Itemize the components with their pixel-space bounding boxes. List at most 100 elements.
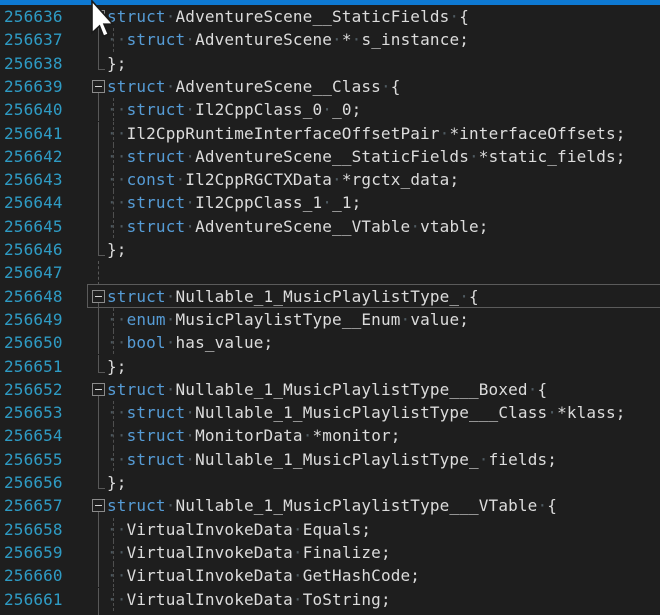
code-text[interactable]: ··struct·AdventureScene·*·s_instance; <box>107 28 469 51</box>
identifier-token: Nullable_1_MusicPlaylistType_ <box>195 450 479 469</box>
code-text[interactable]: ··struct·Nullable_1_MusicPlaylistType___… <box>107 401 626 424</box>
code-text[interactable]: ··VirtualInvokeData·Equals; <box>107 518 371 541</box>
minus-glyph <box>95 16 102 17</box>
line-number[interactable]: 256648 <box>4 285 63 308</box>
code-text[interactable]: ··VirtualInvokeData·GetHashCode; <box>107 564 420 587</box>
code-text[interactable]: ··bool·has_value; <box>107 331 273 354</box>
code-line[interactable]: 256643 ··const·Il2CppRGCTXData·*rgctx_dat… <box>0 168 660 191</box>
line-number[interactable]: 256660 <box>4 564 63 587</box>
line-number[interactable]: 256657 <box>4 494 63 517</box>
code-text[interactable]: ··struct·Nullable_1_MusicPlaylistType_·f… <box>107 448 557 471</box>
line-number[interactable]: 256641 <box>4 122 63 145</box>
fold-collapse-icon[interactable] <box>92 383 105 396</box>
line-number[interactable]: 256654 <box>4 424 63 447</box>
code-line[interactable]: 256658 ··VirtualInvokeData·Equals; <box>0 518 660 541</box>
code-line[interactable]: 256646}; <box>0 238 660 261</box>
code-line[interactable]: 256659 ··VirtualInvokeData·Finalize; <box>0 541 660 564</box>
identifier-token: }; <box>107 357 127 376</box>
fold-scope-line <box>98 401 99 424</box>
line-number[interactable]: 256653 <box>4 401 63 424</box>
code-line[interactable]: 256662}; <box>0 611 660 615</box>
code-text[interactable]: struct·AdventureScene__Class·{ <box>107 75 401 98</box>
code-line[interactable]: 256648 struct·Nullable_1_MusicPlaylistTyp… <box>0 285 660 308</box>
code-line[interactable]: 256652 struct·Nullable_1_MusicPlaylistTyp… <box>0 378 660 401</box>
line-number[interactable]: 256644 <box>4 191 63 214</box>
code-text[interactable]: }; <box>107 471 127 494</box>
code-line[interactable]: 256636 struct·AdventureScene__StaticField… <box>0 5 660 28</box>
code-text[interactable]: ··VirtualInvokeData·Finalize; <box>107 541 391 564</box>
whitespace-dots: · <box>185 426 195 445</box>
code-text[interactable]: ··Il2CppRuntimeInterfaceOffsetPair·*inte… <box>107 122 626 145</box>
code-line[interactable]: 256642 ··struct·AdventureScene__StaticFie… <box>0 145 660 168</box>
code-text[interactable]: struct·Nullable_1_MusicPlaylistType___VT… <box>107 494 557 517</box>
code-line[interactable]: 256653 ··struct·Nullable_1_MusicPlaylistT… <box>0 401 660 424</box>
fold-collapse-icon[interactable] <box>92 10 105 23</box>
code-line[interactable]: 256644 ··struct·Il2CppClass_1·_1; <box>0 191 660 214</box>
code-text[interactable]: ··VirtualInvokeData·ToString; <box>107 588 391 611</box>
line-number[interactable]: 256658 <box>4 518 63 541</box>
code-line[interactable]: 256655 ··struct·Nullable_1_MusicPlaylistT… <box>0 448 660 471</box>
line-number[interactable]: 256639 <box>4 75 63 98</box>
code-line[interactable]: 256637 ··struct·AdventureScene·*·s_instan… <box>0 28 660 51</box>
code-text[interactable]: struct·Nullable_1_MusicPlaylistType___Bo… <box>107 378 547 401</box>
code-line[interactable]: 256639 struct·AdventureScene__Class·{ <box>0 75 660 98</box>
code-line[interactable]: 256657 struct·Nullable_1_MusicPlaylistTyp… <box>0 494 660 517</box>
code-text[interactable]: ··struct·AdventureScene__StaticFields·*s… <box>107 145 626 168</box>
line-number[interactable]: 256661 <box>4 588 63 611</box>
code-text[interactable]: ··struct·Il2CppClass_1·_1; <box>107 191 361 214</box>
line-number[interactable]: 256659 <box>4 541 63 564</box>
line-number[interactable]: 256649 <box>4 308 63 331</box>
code-line[interactable]: 256638}; <box>0 52 660 75</box>
code-line[interactable]: 256654 ··struct·MonitorData·*monitor; <box>0 424 660 447</box>
code-line[interactable]: 256647 <box>0 261 660 284</box>
line-number[interactable]: 256656 <box>4 471 63 494</box>
line-number[interactable]: 256651 <box>4 355 63 378</box>
whitespace-dots: · <box>185 147 195 166</box>
code-text[interactable]: }; <box>107 238 127 261</box>
fold-collapse-icon[interactable] <box>92 290 105 303</box>
code-text[interactable]: ··enum·MusicPlaylistType__Enum·value; <box>107 308 469 331</box>
line-number[interactable]: 256662 <box>4 611 63 615</box>
line-number[interactable]: 256642 <box>4 145 63 168</box>
line-number[interactable]: 256655 <box>4 448 63 471</box>
line-number[interactable]: 256652 <box>4 378 63 401</box>
fold-scope-corner <box>98 238 99 255</box>
line-number[interactable]: 256636 <box>4 5 63 28</box>
code-text[interactable]: }; <box>107 355 127 378</box>
line-number[interactable]: 256647 <box>4 261 63 284</box>
code-text[interactable]: struct·Nullable_1_MusicPlaylistType_·{ <box>107 285 479 308</box>
identifier-token: Nullable_1_MusicPlaylistType___VTable <box>176 496 538 515</box>
line-number[interactable]: 256638 <box>4 52 63 75</box>
line-number[interactable]: 256640 <box>4 98 63 121</box>
line-number[interactable]: 256650 <box>4 331 63 354</box>
code-line[interactable]: 256641 ··Il2CppRuntimeInterfaceOffsetPair… <box>0 122 660 145</box>
code-text[interactable]: ··struct·AdventureScene__VTable·vtable; <box>107 215 489 238</box>
line-number[interactable]: 256646 <box>4 238 63 261</box>
whitespace-dots: · <box>547 403 557 422</box>
identifier-token: value; <box>410 310 469 329</box>
code-line[interactable]: 256640 ··struct·Il2CppClass_0·_0; <box>0 98 660 121</box>
identifier-token: AdventureScene__VTable <box>195 217 410 236</box>
whitespace-dots: · <box>185 217 195 236</box>
code-text[interactable]: }; <box>107 611 127 615</box>
code-text[interactable]: ··struct·Il2CppClass_0·_0; <box>107 98 361 121</box>
code-line[interactable]: 256649 ··enum·MusicPlaylistType__Enum·val… <box>0 308 660 331</box>
code-line[interactable]: 256656}; <box>0 471 660 494</box>
identifier-token: { <box>547 496 557 515</box>
code-line[interactable]: 256660 ··VirtualInvokeData·GetHashCode; <box>0 564 660 587</box>
code-text[interactable]: }; <box>107 52 127 75</box>
code-text[interactable]: struct·AdventureScene__StaticFields·{ <box>107 5 469 28</box>
code-line[interactable]: 256650 ··bool·has_value; <box>0 331 660 354</box>
fold-collapse-icon[interactable] <box>92 80 105 93</box>
code-text[interactable]: ··const·Il2CppRGCTXData·*rgctx_data; <box>107 168 459 191</box>
identifier-token: vtable; <box>420 217 488 236</box>
line-number[interactable]: 256637 <box>4 28 63 51</box>
code-line[interactable]: 256645··struct·AdventureScene__VTable·vt… <box>0 215 660 238</box>
code-text[interactable]: ··struct·MonitorData·*monitor; <box>107 424 401 447</box>
line-number[interactable]: 256643 <box>4 168 63 191</box>
fold-collapse-icon[interactable] <box>92 499 105 512</box>
code-line[interactable]: 256661 ··VirtualInvokeData·ToString; <box>0 588 660 611</box>
line-number[interactable]: 256645 <box>4 215 63 238</box>
fold-scope-line <box>98 588 99 611</box>
code-line[interactable]: 256651}; <box>0 355 660 378</box>
